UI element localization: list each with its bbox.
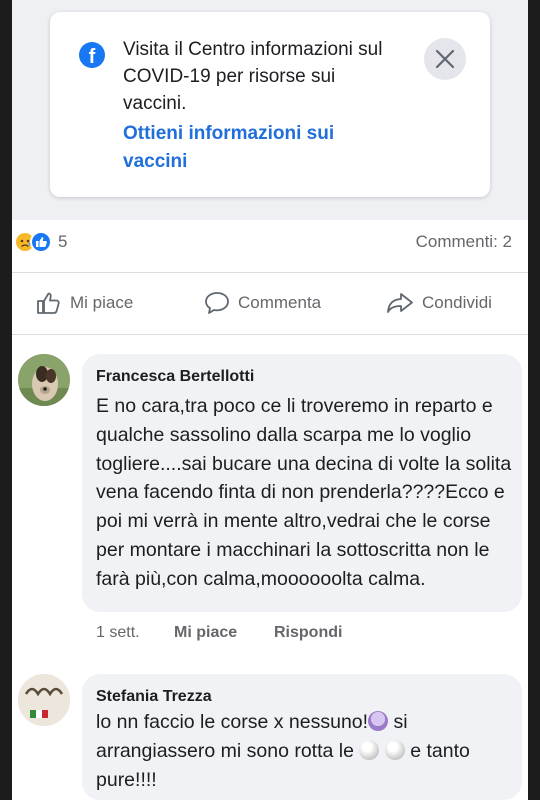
- divider: [12, 272, 528, 273]
- avatar[interactable]: [18, 354, 70, 406]
- like-reaction-icon: [30, 231, 52, 253]
- comment-author[interactable]: Francesca Bertellotti: [96, 368, 254, 386]
- ball-emoji-icon: [359, 739, 380, 760]
- covid-info-card: f Visita il Centro informazioni sul COVI…: [50, 12, 490, 197]
- vaccine-info-link[interactable]: Ottieni informazioni sui vaccini: [123, 120, 383, 176]
- comment-reply-button[interactable]: Rispondi: [274, 624, 342, 642]
- person-facepalm-emoji-icon: [368, 711, 389, 731]
- like-label: Mi piace: [70, 293, 134, 312]
- comment-text: E no cara,tra poco ce li troveremo in re…: [96, 395, 512, 590]
- ball-emoji-icon: [384, 739, 405, 760]
- reaction-count: 5: [58, 232, 68, 251]
- share-label: Condividi: [422, 293, 492, 312]
- divider: [12, 334, 528, 335]
- comment-icon: [205, 292, 229, 314]
- like-button[interactable]: Mi piace: [36, 288, 133, 318]
- post-top-area: f Visita il Centro informazioni sul COVI…: [12, 0, 528, 220]
- thumbs-up-icon: [37, 292, 60, 314]
- close-icon: [435, 49, 455, 69]
- comment-time[interactable]: 1 sett.: [96, 624, 140, 642]
- comment-text: lo nn faccio le corse x nessuno! si arra…: [96, 708, 496, 794]
- comment-like-button[interactable]: Mi piace: [174, 624, 237, 642]
- avatar-logo-image: [18, 674, 70, 726]
- comment-label: Commenta: [238, 293, 322, 312]
- close-button[interactable]: [424, 38, 466, 80]
- share-button[interactable]: Condividi: [386, 288, 492, 318]
- facebook-post-page: f Visita il Centro informazioni sul COVI…: [12, 0, 528, 800]
- avatar[interactable]: [18, 674, 70, 726]
- comment-text-part: lo nn faccio le corse x nessuno!: [96, 711, 369, 733]
- comments-count[interactable]: Commenti: 2: [416, 232, 512, 252]
- comment-author[interactable]: Stefania Trezza: [96, 688, 212, 706]
- facebook-icon: f: [79, 42, 105, 68]
- share-icon: [387, 293, 413, 313]
- reactions-summary[interactable]: 5: [14, 230, 67, 254]
- covid-info-message: Visita il Centro informazioni sul COVID-…: [123, 39, 383, 114]
- comment-button[interactable]: Commenta: [204, 288, 321, 318]
- avatar-dog-image: [18, 354, 70, 406]
